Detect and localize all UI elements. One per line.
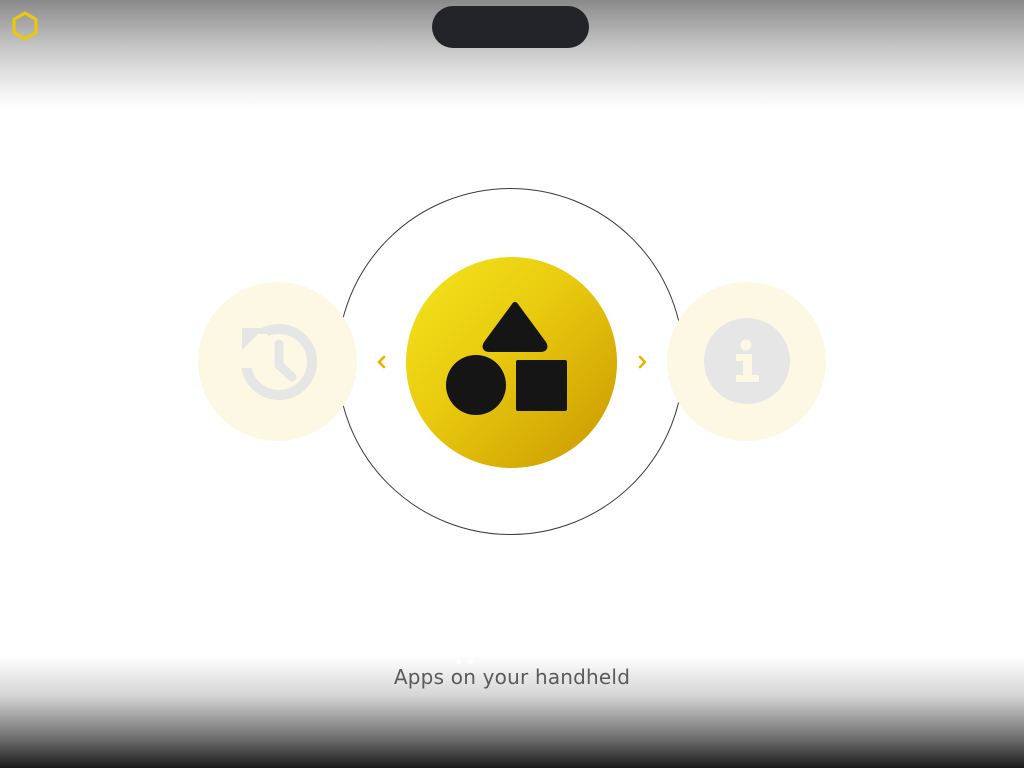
page-dot <box>456 659 461 664</box>
top-pill[interactable] <box>432 6 589 48</box>
shapes-icon <box>446 302 567 415</box>
history-icon <box>238 324 317 400</box>
app-history[interactable] <box>198 282 357 441</box>
info-icon <box>704 318 790 404</box>
app-caption: Apps on your handheld <box>393 665 631 689</box>
app-apps[interactable] <box>406 257 617 468</box>
chevron-left-icon[interactable] <box>371 351 391 373</box>
app-info[interactable] <box>667 282 826 441</box>
hexagon-icon[interactable] <box>9 10 41 42</box>
chevron-right-icon[interactable] <box>633 351 653 373</box>
page-dot <box>468 659 473 664</box>
launcher-screen: Apps on your handheld <box>0 0 1024 768</box>
